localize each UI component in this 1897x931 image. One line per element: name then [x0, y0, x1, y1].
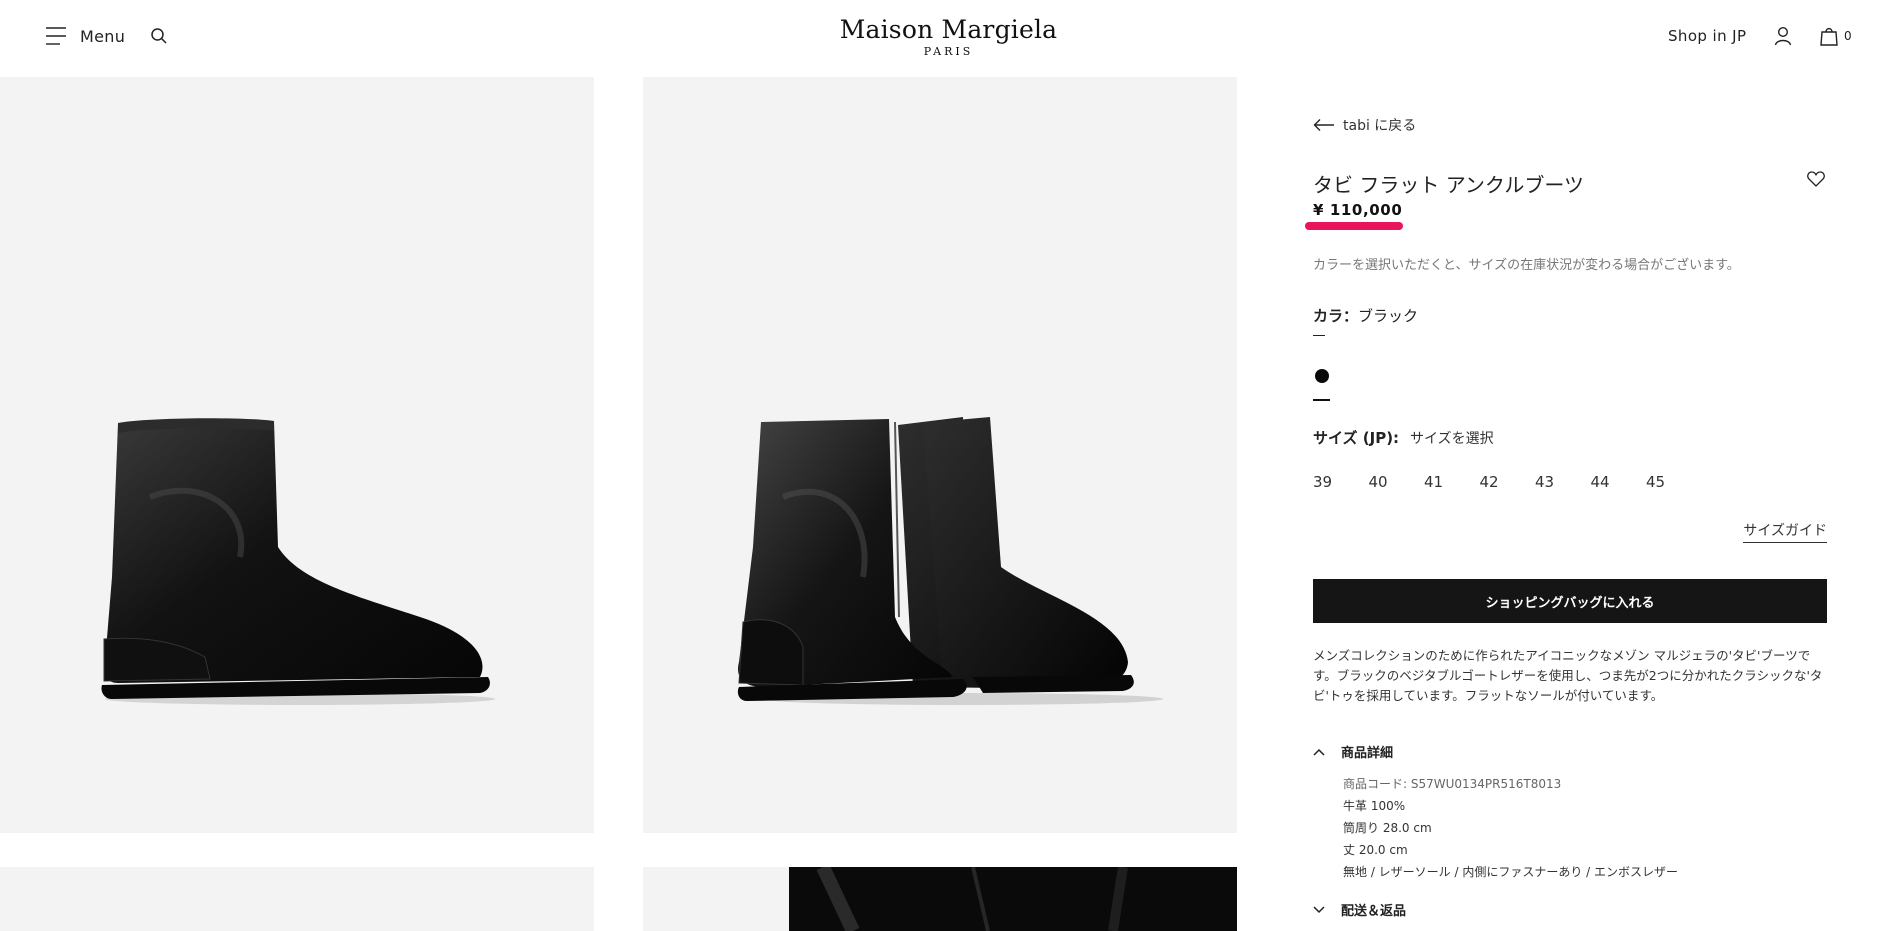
- size-option[interactable]: 39: [1313, 473, 1369, 491]
- product-details-accordion[interactable]: 商品詳細: [1313, 742, 1393, 761]
- shopping-bag-button[interactable]: 0: [1820, 26, 1852, 46]
- boot-side-illustration: [101, 418, 495, 705]
- shop-region-link[interactable]: Shop in JP: [1668, 27, 1746, 45]
- brand-logo[interactable]: Maison Margiela PARIS: [0, 15, 1897, 58]
- account-button[interactable]: [1774, 26, 1792, 50]
- product-image-side[interactable]: [0, 77, 594, 833]
- back-to-tabi-link[interactable]: tabi に戻る: [1313, 115, 1416, 135]
- size-option[interactable]: 44: [1591, 473, 1647, 491]
- color-label: カラ：ブラック: [1313, 305, 1418, 326]
- logo-subtitle: PARIS: [923, 45, 974, 58]
- detail-item: 牛革 100%: [1343, 799, 1406, 813]
- add-to-wishlist-button[interactable]: [1807, 171, 1825, 191]
- color-label-key: カラ：: [1313, 307, 1359, 325]
- size-option[interactable]: 40: [1369, 473, 1425, 491]
- user-icon: [1774, 26, 1792, 46]
- size-option[interactable]: 43: [1535, 473, 1591, 491]
- size-option[interactable]: 42: [1480, 473, 1536, 491]
- heart-icon: [1807, 171, 1825, 187]
- selected-swatch-indicator: [1313, 399, 1330, 401]
- boot-closeup-illustration: [789, 867, 1237, 931]
- detail-item: 筒周り 28.0 cm: [1343, 821, 1432, 835]
- product-details-list: 商品コード: S57WU0134PR516T8013 牛革 100% 筒周り 2…: [1343, 773, 1678, 883]
- chevron-up-icon: [1313, 748, 1325, 756]
- size-options: 39 40 41 42 43 44 45: [1313, 473, 1702, 491]
- price-highlight-mark: [1305, 222, 1403, 230]
- shipping-returns-accordion[interactable]: 配送＆返品: [1313, 900, 1406, 919]
- product-title: タビ フラット アンクルブーツ: [1313, 173, 1584, 197]
- bag-icon: [1820, 27, 1838, 46]
- product-image-pair[interactable]: [643, 77, 1237, 833]
- color-value: ブラック: [1358, 307, 1419, 325]
- back-link-label: tabi に戻る: [1343, 118, 1417, 134]
- color-swatch-black[interactable]: [1315, 369, 1329, 383]
- color-availability-note: カラーを選択いただくと、サイズの在庫状況が変わる場合がございます。: [1313, 258, 1740, 273]
- product-image-detail-2[interactable]: [643, 867, 1237, 931]
- size-option[interactable]: 45: [1646, 473, 1702, 491]
- arrow-left-icon: [1313, 119, 1334, 131]
- chevron-down-icon: [1313, 905, 1325, 913]
- logo-wordmark: Maison Margiela: [839, 15, 1058, 44]
- product-code: 商品コード: S57WU0134PR516T8013: [1343, 777, 1562, 791]
- site-header: Menu Maison Margiela PARIS Shop in JP 0: [0, 0, 1897, 77]
- boot-pair-illustration: [737, 417, 1163, 705]
- size-select-hint: サイズを選択: [1410, 431, 1494, 447]
- product-description: メンズコレクションのために作られたアイコニックなメゾン マルジェラの'タビ'ブー…: [1313, 648, 1823, 703]
- product-panel: tabi に戻る タビ フラット アンクルブーツ ¥ 110,000 カラーを選…: [1305, 77, 1827, 931]
- product-price: ¥ 110,000: [1313, 201, 1403, 219]
- size-label-key: サイズ (JP):: [1313, 429, 1400, 447]
- shipping-returns-title: 配送＆返品: [1341, 904, 1407, 919]
- size-option[interactable]: 41: [1424, 473, 1480, 491]
- product-details-title: 商品詳細: [1341, 746, 1394, 761]
- size-label: サイズ (JP):: [1313, 427, 1399, 448]
- detail-item: 丈 20.0 cm: [1343, 843, 1408, 857]
- product-image-detail-1[interactable]: [0, 867, 594, 931]
- detail-item: 無地 / レザーソール / 内側にファスナーあり / エンボスレザー: [1343, 865, 1679, 879]
- add-to-bag-button[interactable]: ショッピングバッグに入れる: [1313, 579, 1827, 623]
- bag-count: 0: [1844, 29, 1852, 43]
- size-guide-link[interactable]: サイズガイド: [1743, 520, 1827, 543]
- color-label-dash: [1313, 335, 1325, 336]
